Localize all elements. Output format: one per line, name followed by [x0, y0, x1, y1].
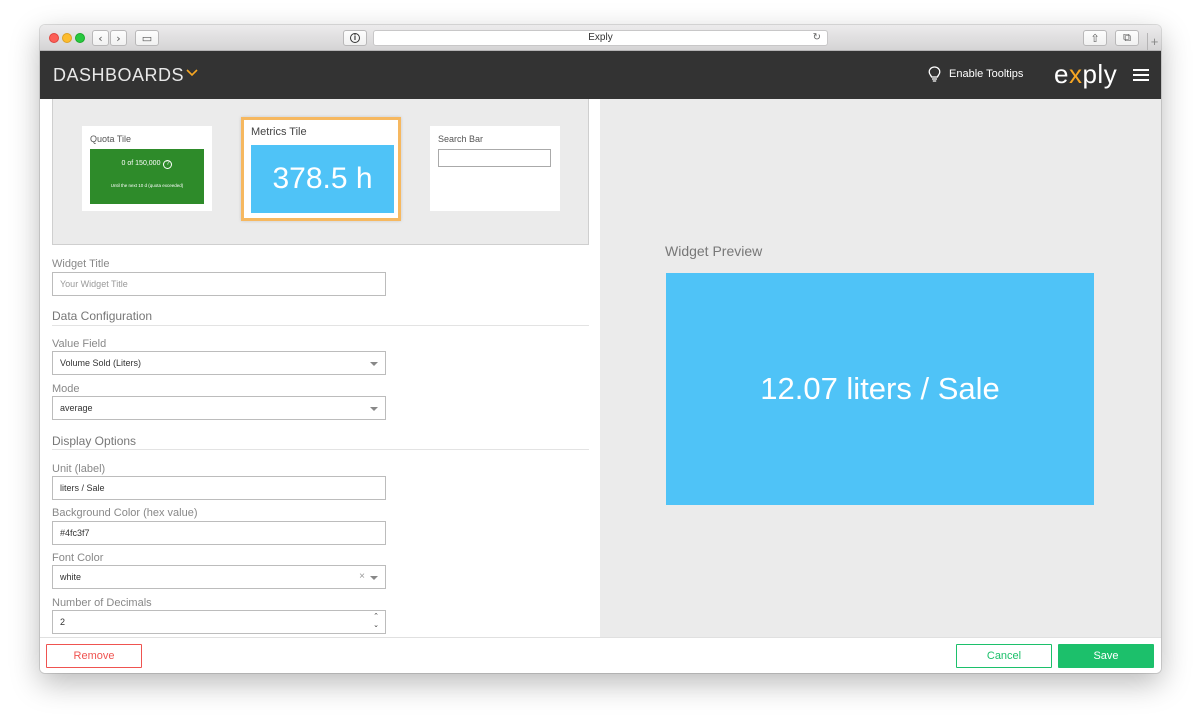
- decimals-stepper[interactable]: 2 ⌃ ⌄: [52, 610, 386, 634]
- browser-titlebar: ‹ › ▭ i Exply ↻ ⇧ ⧉ +: [40, 25, 1161, 51]
- search-bar-option[interactable]: Search Bar: [430, 126, 560, 211]
- preview-pane: Widget Preview 12.07 liters / Sale: [600, 99, 1161, 637]
- tile-caption: Metrics Tile: [251, 126, 307, 138]
- metrics-tile-thumbnail: 378.5 h: [251, 145, 394, 213]
- chevron-down-icon[interactable]: ⌄: [373, 621, 379, 630]
- quota-sub-text: Until the next 10 d (quota exceeded): [110, 183, 184, 188]
- background-color-label: Background Color (hex value): [52, 507, 198, 519]
- caret-down-icon: [370, 407, 378, 411]
- mode-selected: average: [60, 403, 93, 413]
- logo-x: x: [1068, 59, 1083, 89]
- save-button[interactable]: Save: [1058, 644, 1154, 668]
- section-divider: [52, 449, 589, 450]
- widget-preview-label: Widget Preview: [665, 243, 763, 259]
- widget-title-input[interactable]: Your Widget Title: [52, 272, 386, 296]
- cancel-button[interactable]: Cancel: [956, 644, 1052, 668]
- hamburger-menu-icon[interactable]: [1133, 69, 1149, 81]
- sidebar-icon: ▭: [141, 31, 153, 45]
- mode-label: Mode: [52, 383, 80, 395]
- minimize-window-button[interactable]: [62, 33, 72, 43]
- quota-tile-option[interactable]: Quota Tile 0 of 150,000 ? Until the next…: [82, 126, 212, 211]
- address-bar[interactable]: Exply ↻: [373, 30, 828, 46]
- chevron-right-icon: ›: [116, 31, 121, 45]
- exply-logo: exply: [1054, 59, 1117, 90]
- close-window-button[interactable]: [49, 33, 59, 43]
- info-icon: i: [350, 33, 360, 43]
- widget-type-tray: Quota Tile 0 of 150,000 ? Until the next…: [52, 99, 589, 245]
- logo-text-start: e: [1054, 59, 1069, 89]
- browser-window: ‹ › ▭ i Exply ↻ ⇧ ⧉ + DASHBOARDS Enable …: [40, 25, 1161, 673]
- show-tabs-button[interactable]: ⧉: [1115, 30, 1139, 46]
- caret-down-icon: [370, 362, 378, 366]
- font-color-select[interactable]: white ×: [52, 565, 386, 589]
- tabs-icon: ⧉: [1123, 31, 1131, 44]
- share-button[interactable]: ⇧: [1083, 30, 1107, 46]
- address-text: Exply: [588, 32, 613, 43]
- value-field-label: Value Field: [52, 338, 107, 350]
- quota-value-text: 0 of 150,000: [121, 160, 161, 167]
- data-configuration-heading: Data Configuration: [52, 309, 153, 323]
- chevron-left-icon: ‹: [98, 31, 103, 45]
- widget-config-pane: Quota Tile 0 of 150,000 ? Until the next…: [40, 99, 600, 637]
- value-field-select[interactable]: Volume Sold (Liters): [52, 351, 386, 375]
- sidebar-toggle-button[interactable]: ▭: [135, 30, 159, 46]
- zoom-window-button[interactable]: [75, 33, 85, 43]
- widget-title-label: Widget Title: [52, 258, 110, 270]
- background-color-input[interactable]: #4fc3f7: [52, 521, 386, 545]
- stepper-arrows[interactable]: ⌃ ⌄: [373, 612, 379, 630]
- widget-preview-tile: 12.07 liters / Sale: [666, 273, 1094, 505]
- reload-icon[interactable]: ↻: [813, 31, 821, 45]
- search-bar-thumbnail: [438, 149, 551, 167]
- help-icon: ?: [163, 160, 173, 169]
- dashboards-menu-title[interactable]: DASHBOARDS: [53, 65, 184, 86]
- display-options-heading: Display Options: [52, 434, 137, 448]
- value-field-selected: Volume Sold (Liters): [60, 358, 142, 368]
- forward-button[interactable]: ›: [110, 30, 127, 46]
- new-tab-button[interactable]: +: [1147, 33, 1161, 51]
- back-button[interactable]: ‹: [92, 30, 109, 46]
- decimals-label: Number of Decimals: [52, 597, 152, 609]
- share-icon: ⇧: [1090, 31, 1100, 45]
- metrics-tile-option[interactable]: Metrics Tile 378.5 h: [241, 117, 401, 221]
- mode-select[interactable]: average: [52, 396, 386, 420]
- section-divider: [52, 325, 589, 326]
- chevron-up-icon[interactable]: ⌃: [373, 612, 379, 621]
- logo-text-end: ply: [1082, 59, 1118, 89]
- quota-tile-thumbnail: 0 of 150,000 ? Until the next 10 d (quot…: [90, 149, 204, 204]
- quota-main-text: 0 of 150,000 ?: [90, 160, 204, 169]
- plus-icon: +: [1150, 34, 1159, 49]
- site-info-button[interactable]: i: [343, 30, 367, 46]
- tile-caption: Search Bar: [438, 134, 484, 144]
- chevron-down-icon[interactable]: [185, 65, 199, 79]
- caret-down-icon: [370, 576, 378, 580]
- font-color-label: Font Color: [52, 552, 104, 564]
- unit-label: Unit (label): [52, 463, 106, 475]
- decimals-value: 2: [60, 617, 66, 627]
- unit-input[interactable]: liters / Sale: [52, 476, 386, 500]
- font-color-selected: white: [60, 572, 82, 582]
- lightbulb-icon[interactable]: [928, 66, 941, 83]
- remove-button[interactable]: Remove: [46, 644, 142, 668]
- action-footer: Remove Cancel Save: [40, 637, 1161, 673]
- tile-caption: Quota Tile: [90, 134, 132, 144]
- app-header: DASHBOARDS Enable Tooltips exply: [40, 51, 1161, 99]
- enable-tooltips-toggle[interactable]: Enable Tooltips: [949, 68, 1023, 80]
- clear-icon[interactable]: ×: [359, 566, 365, 588]
